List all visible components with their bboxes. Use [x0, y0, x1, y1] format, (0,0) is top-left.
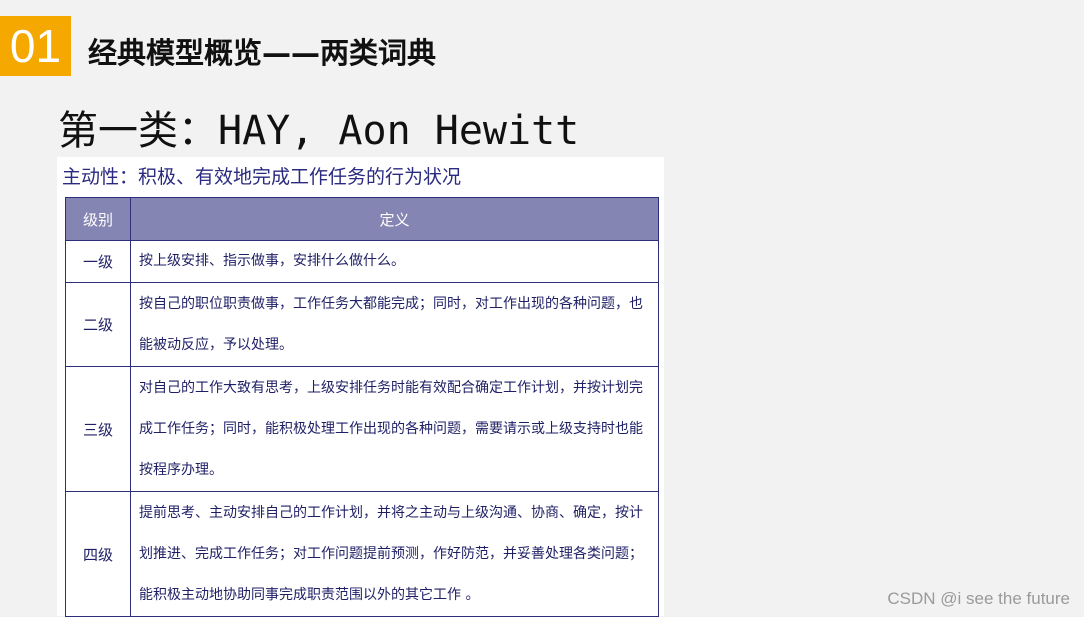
- section-number-badge: 01: [0, 16, 71, 76]
- column-header-definition: 定义: [130, 197, 659, 241]
- column-header-level: 级别: [65, 197, 131, 241]
- level-cell: 二级: [65, 282, 131, 367]
- level-table: 级别 定义 一级 按上级安排、指示做事，安排什么做什么。 二级 按自己的职位职责…: [65, 197, 659, 617]
- csdn-watermark: CSDN @i see the future: [887, 589, 1070, 608]
- level-cell: 三级: [65, 366, 131, 492]
- level-cell: 一级: [65, 240, 131, 283]
- table-header-row: 级别 定义: [65, 197, 659, 241]
- level-description: 按上级安排、指示做事，安排什么做什么。: [130, 240, 659, 283]
- slide-title: 经典模型概览——两类词典: [88, 36, 437, 70]
- table-row: 二级 按自己的职位职责做事，工作任务大都能完成；同时，对工作出现的各种问题，也能…: [65, 282, 659, 367]
- table-row: 三级 对自己的工作大致有思考，上级安排任务时能有效配合确定工作计划，并按计划完成…: [65, 366, 659, 492]
- level-description: 对自己的工作大致有思考，上级安排任务时能有效配合确定工作计划，并按计划完成工作任…: [130, 366, 659, 492]
- level-description: 提前思考、主动安排自己的工作计划，并将之主动与上级沟通、协商、确定，按计划推进、…: [130, 491, 659, 617]
- level-description: 按自己的职位职责做事，工作任务大都能完成；同时，对工作出现的各种问题，也能被动反…: [130, 282, 659, 367]
- table-row: 四级 提前思考、主动安排自己的工作计划，并将之主动与上级沟通、协商、确定，按计划…: [65, 491, 659, 617]
- level-cell: 四级: [65, 491, 131, 617]
- category-subtitle: 第一类：HAY, Aon Hewitt: [58, 108, 580, 154]
- competency-definition: 主动性：积极、有效地完成工作任务的行为状况: [62, 166, 462, 188]
- table-row: 一级 按上级安排、指示做事，安排什么做什么。: [65, 240, 659, 283]
